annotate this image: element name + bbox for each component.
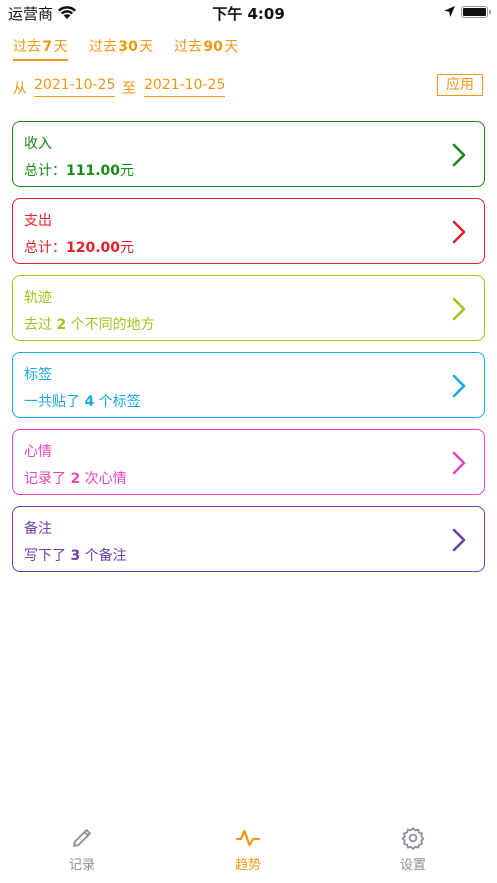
card-title: 支出 — [24, 213, 52, 229]
tab-settings[interactable]: 设置 — [353, 825, 473, 873]
pencil-icon — [73, 829, 91, 847]
apply-button[interactable]: 应用 — [437, 74, 483, 96]
card-detail: 写下了 3 个备注 — [24, 548, 127, 564]
card-title: 心情 — [24, 444, 52, 460]
to-label: 至 — [122, 81, 136, 97]
chevron-right-icon — [452, 220, 466, 244]
card-detail: 一共贴了 4 个标签 — [24, 394, 141, 410]
card-title: 备注 — [24, 521, 52, 537]
chevron-right-icon — [452, 297, 466, 321]
status-time: 下午 4:09 — [212, 5, 285, 23]
card-income[interactable]: 收入 总计：111.00元 — [12, 121, 485, 187]
card-tags[interactable]: 标签 一共贴了 4 个标签 — [12, 352, 485, 418]
tab-label: 趋势 — [234, 858, 261, 873]
chevron-right-icon — [452, 528, 466, 552]
battery-icon — [461, 6, 488, 18]
chevron-right-icon — [452, 451, 466, 475]
gear-icon — [401, 827, 425, 850]
to-date-field[interactable]: 2021-10-25 — [144, 74, 226, 97]
card-track[interactable]: 轨迹 去过 2 个不同的地方 — [12, 275, 485, 341]
chevron-right-icon — [452, 374, 466, 398]
tab-label: 记录 — [68, 858, 95, 873]
tab-trend[interactable]: 趋势 — [188, 825, 308, 873]
tab-past-30-days[interactable]: 过去 30 天 — [89, 36, 153, 59]
status-bar: 运营商 下午 4:09 — [0, 0, 497, 26]
battery-tip — [489, 10, 491, 14]
tab-record[interactable]: 记录 — [22, 825, 142, 873]
card-title: 轨迹 — [24, 290, 52, 306]
card-title: 标签 — [24, 367, 52, 383]
card-detail: 总计：120.00元 — [24, 240, 135, 256]
card-notes[interactable]: 备注 写下了 3 个备注 — [12, 506, 485, 572]
tab-past-90-days[interactable]: 过去 90 天 — [174, 36, 238, 59]
chevron-right-icon — [452, 143, 466, 167]
tab-label: 设置 — [399, 858, 426, 873]
bottom-tab-bar: 记录 趋势 设置 — [0, 817, 497, 883]
card-title: 收入 — [24, 136, 52, 152]
card-detail: 去过 2 个不同的地方 — [24, 317, 155, 333]
date-range-filter: 从 2021-10-25 至 2021-10-25 应用 — [13, 74, 485, 100]
from-label: 从 — [13, 81, 27, 97]
tab-past-7-days[interactable]: 过去 7 天 — [13, 36, 68, 61]
trend-wave-icon — [235, 829, 261, 847]
card-expense[interactable]: 支出 总计：120.00元 — [12, 198, 485, 264]
card-detail: 记录了 2 次心情 — [24, 471, 127, 487]
card-mood[interactable]: 心情 记录了 2 次心情 — [12, 429, 485, 495]
card-detail: 总计：111.00元 — [24, 163, 135, 179]
location-arrow-icon — [444, 6, 455, 17]
from-date-field[interactable]: 2021-10-25 — [34, 74, 116, 97]
